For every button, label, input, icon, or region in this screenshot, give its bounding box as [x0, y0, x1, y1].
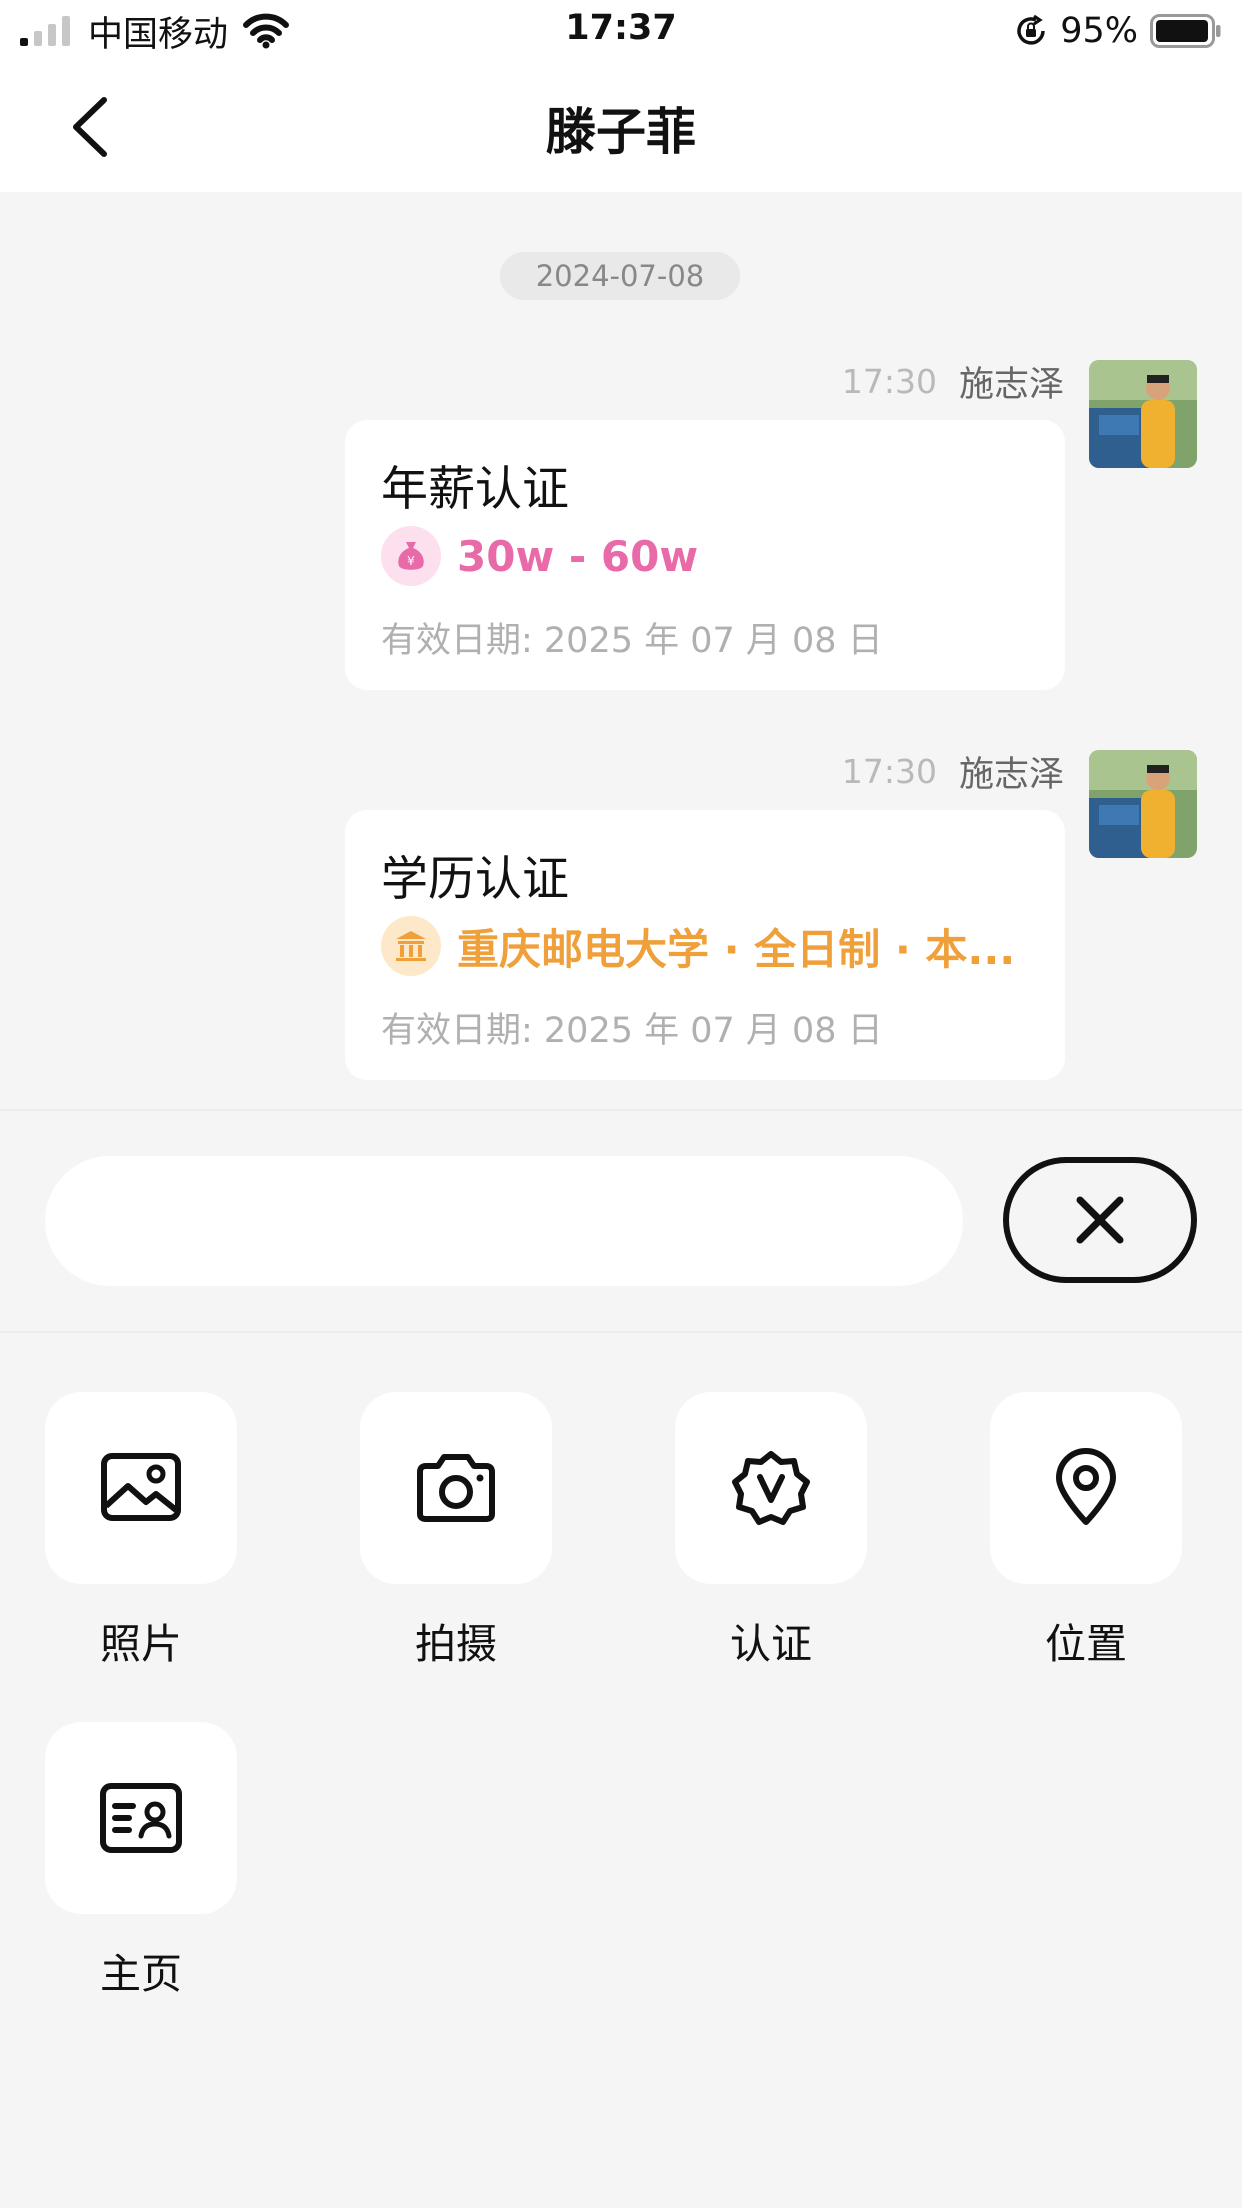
close-icon	[1076, 1196, 1124, 1244]
money-bag-icon: ¥	[381, 526, 441, 586]
tool-label: 拍摄	[415, 1620, 497, 1668]
card-title: 年薪认证	[381, 462, 569, 517]
avatar[interactable]	[1089, 750, 1197, 858]
battery-icon	[1150, 14, 1221, 48]
education-info: 重庆邮电大学 · 全日制 · 本...	[457, 924, 1016, 974]
date-divider: 2024-07-08	[500, 252, 740, 300]
verified-badge-icon	[732, 1451, 810, 1525]
page-title: 滕子菲	[546, 103, 696, 161]
salary-verification-card[interactable]: 年薪认证 ¥ 30w - 60w 有效日期: 2025 年 07 月 08 日	[345, 420, 1065, 690]
divider	[0, 1331, 1242, 1333]
tool-location[interactable]: 位置	[990, 1392, 1182, 1670]
message-time: 17:30	[841, 361, 937, 401]
profile-card-icon	[100, 1783, 182, 1853]
education-verification-card[interactable]: 学历认证 重庆邮电大学 · 全日制 · 本... 有效日期: 2025 年 07…	[345, 810, 1065, 1080]
sender-name: 施志泽	[958, 364, 1064, 405]
rotation-lock-icon	[1017, 14, 1045, 45]
card-badge: 重庆邮电大学 · 全日制 · 本...	[381, 916, 1031, 976]
card-title: 学历认证	[381, 852, 569, 907]
message-time: 17:30	[841, 751, 937, 791]
tool-verify-tile[interactable]	[675, 1392, 867, 1584]
card-badge: ¥ 30w - 60w	[381, 526, 1031, 586]
battery-percent: 95%	[1060, 11, 1138, 51]
status-bar-right: 95%	[1014, 8, 1222, 54]
valid-date: 有效日期: 2025 年 07 月 08 日	[381, 621, 883, 661]
message-meta: 17:30 施志泽	[841, 751, 1064, 795]
close-panel-button[interactable]	[1003, 1157, 1197, 1283]
tool-label: 认证	[730, 1620, 812, 1668]
tool-label: 主页	[100, 1950, 182, 1998]
tool-location-tile[interactable]	[990, 1392, 1182, 1584]
institution-icon	[381, 916, 441, 976]
salary-range: 30w - 60w	[457, 531, 699, 581]
tool-label: 照片	[100, 1620, 182, 1668]
avatar[interactable]	[1089, 360, 1197, 468]
divider	[0, 1109, 1242, 1111]
sender-name: 施志泽	[958, 754, 1064, 795]
location-pin-icon	[1056, 1448, 1116, 1525]
tool-profile[interactable]: 主页	[45, 1722, 237, 2000]
message-input[interactable]	[45, 1156, 963, 1286]
tool-label: 位置	[1045, 1620, 1127, 1668]
photo-icon	[101, 1453, 181, 1521]
tool-photo-tile[interactable]	[45, 1392, 237, 1584]
tool-photo[interactable]: 照片	[45, 1392, 237, 1670]
message-meta: 17:30 施志泽	[841, 361, 1064, 405]
tool-camera[interactable]: 拍摄	[360, 1392, 552, 1670]
svg-text:¥: ¥	[407, 554, 415, 568]
camera-icon	[417, 1454, 495, 1522]
tool-profile-tile[interactable]	[45, 1722, 237, 1914]
tool-verify[interactable]: 认证	[675, 1392, 867, 1670]
valid-date: 有效日期: 2025 年 07 月 08 日	[381, 1011, 883, 1051]
tool-camera-tile[interactable]	[360, 1392, 552, 1584]
